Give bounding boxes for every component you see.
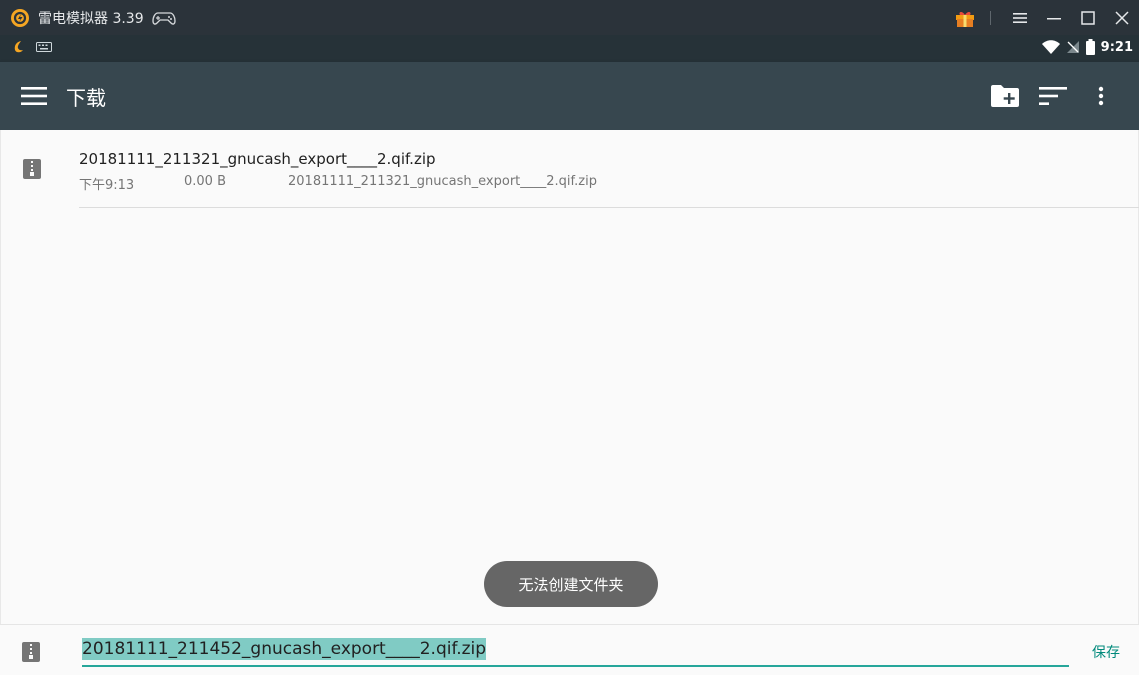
file-size: 0.00 B [184,174,226,189]
file-list: 20181111_211321_gnucash_export____2.qif.… [0,130,1139,624]
keyboard-icon [36,42,52,52]
sort-button[interactable] [1029,78,1077,114]
zip-file-icon [22,642,40,662]
window-menu-button[interactable] [1003,0,1037,35]
emulator-titlebar: 雷电模拟器 3.39 [0,0,1139,35]
filename-input-value: 20181111_211452_gnucash_export____2.qif.… [82,638,487,660]
wifi-icon [1041,40,1060,54]
maximize-button[interactable] [1071,0,1105,35]
save-button[interactable]: 保存 [1092,642,1120,662]
close-icon [1115,10,1129,25]
battery-icon [1085,39,1095,55]
file-row[interactable]: 20181111_211321_gnucash_export____2.qif.… [1,130,1139,208]
file-name: 20181111_211321_gnucash_export____2.qif.… [79,150,436,168]
file-time: 下午9:13 [79,178,135,193]
page-title: 下载 [66,86,106,110]
android-status-bar: 9:21 [0,35,1139,62]
toast-message: 无法创建文件夹 [484,561,658,607]
navigation-drawer-button[interactable] [18,81,50,111]
filename-input[interactable]: 20181111_211452_gnucash_export____2.qif.… [82,636,1069,667]
maximize-icon [1081,10,1095,25]
zip-file-icon [23,159,41,179]
app-logo-icon [11,8,29,27]
no-signal-icon [1066,41,1079,53]
hamburger-menu-icon [21,87,47,105]
close-button[interactable] [1105,0,1139,35]
titlebar-separator [990,10,991,25]
gift-icon[interactable] [954,7,976,29]
minimize-button[interactable] [1037,0,1071,35]
new-folder-icon [991,85,1019,107]
gamepad-icon[interactable] [151,10,176,26]
menu-icon [1013,12,1027,23]
file-summary: 20181111_211321_gnucash_export____2.qif.… [288,174,597,189]
minimize-icon [1047,17,1061,19]
app-toolbar: 下载 [0,62,1139,130]
row-divider [79,207,1139,208]
save-bar: 20181111_211452_gnucash_export____2.qif.… [0,624,1139,675]
sort-icon [1039,87,1067,105]
new-folder-button[interactable] [981,78,1029,114]
more-options-icon [1098,86,1104,106]
more-options-button[interactable] [1077,78,1125,114]
window-title: 雷电模拟器 3.39 [38,10,144,27]
status-time: 9:21 [1100,39,1133,55]
notification-icon [14,41,23,53]
